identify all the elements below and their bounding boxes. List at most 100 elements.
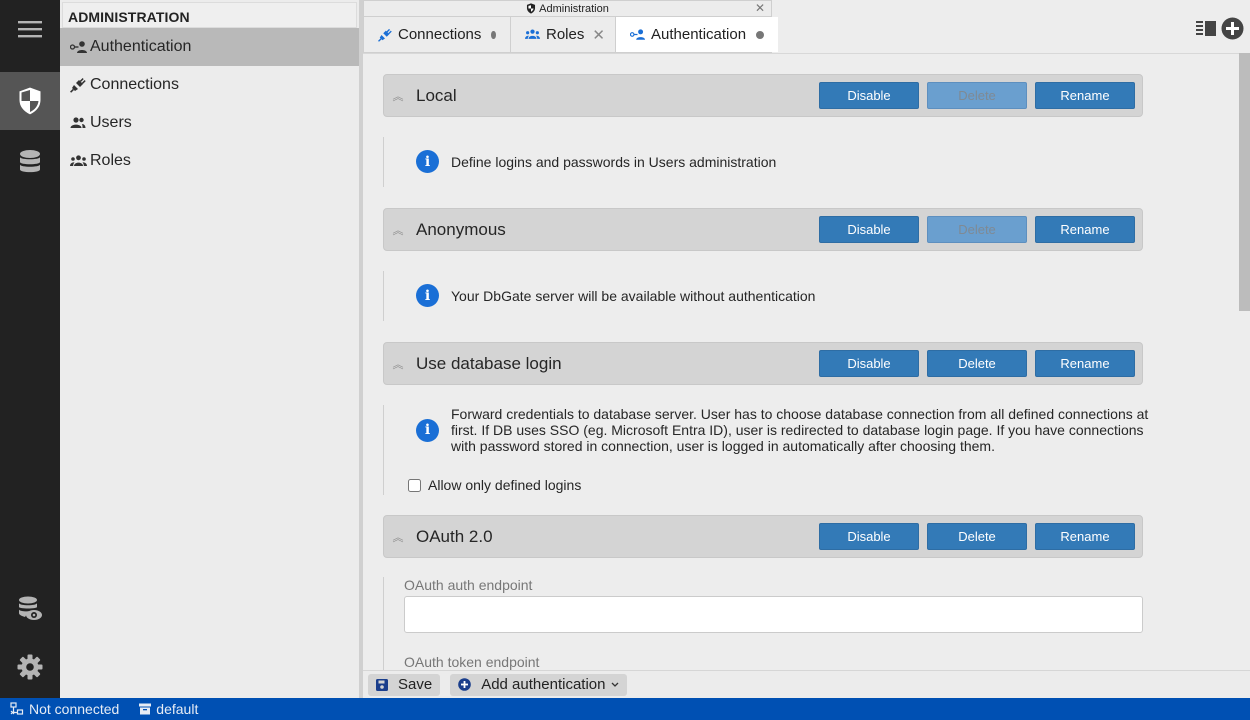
delete-button[interactable]: Delete <box>927 350 1027 377</box>
menu-icon <box>18 21 42 38</box>
rename-button[interactable]: Rename <box>1035 82 1135 109</box>
database-button[interactable] <box>0 133 60 191</box>
connection-status-text: Not connected <box>29 701 120 717</box>
section-header-oauth[interactable]: ︽ OAuth 2.0 Disable Delete Rename <box>383 515 1143 558</box>
save-button[interactable]: Save <box>368 673 441 696</box>
top-right-actions <box>1196 17 1244 45</box>
delete-button: Delete <box>927 216 1027 243</box>
roles-icon <box>525 29 540 40</box>
floppy-icon <box>376 678 388 691</box>
info-message: i Your DbGate server will be available w… <box>416 284 815 307</box>
tab-group-label: Administration <box>539 2 609 15</box>
account-key-icon <box>70 41 90 53</box>
section-body-anonymous: i Your DbGate server will be available w… <box>383 271 1153 321</box>
checkbox-label: Allow only defined logins <box>428 477 582 493</box>
tab-bar: Connections Roles ✕ Authentication <box>363 16 779 53</box>
database-icon <box>20 150 40 173</box>
field-label: OAuth token endpoint <box>404 654 540 670</box>
settings-button[interactable] <box>0 638 60 696</box>
collapse-icon[interactable]: ︽ <box>385 88 411 104</box>
info-message: i Define logins and passwords in Users a… <box>416 150 776 173</box>
disable-button[interactable]: Disable <box>819 523 919 550</box>
scrollbar-thumb[interactable] <box>1239 53 1250 311</box>
field-label: OAuth auth endpoint <box>404 577 533 593</box>
sidebar-item-label: Roles <box>90 152 131 169</box>
info-icon: i <box>416 150 439 173</box>
info-text: Your DbGate server will be available wit… <box>451 287 816 304</box>
admin-side-panel: ADMINISTRATION Authentication Connection… <box>60 0 360 698</box>
info-message: i Forward credentials to database server… <box>416 406 1148 454</box>
gear-icon <box>17 654 43 680</box>
section-header-database-login[interactable]: ︽ Use database login Disable Delete Rena… <box>383 342 1143 385</box>
allow-only-defined-logins-checkbox[interactable]: Allow only defined logins <box>408 477 581 493</box>
tab-connections[interactable]: Connections <box>364 17 511 52</box>
section-header-anonymous[interactable]: ︽ Anonymous Disable Delete Rename <box>383 208 1143 251</box>
disable-button[interactable]: Disable <box>819 82 919 109</box>
workspace-text: default <box>156 701 199 717</box>
tab-group: Administration ✕ Connections Roles ✕ Aut… <box>363 0 779 53</box>
plug-icon <box>378 28 392 42</box>
archive-icon <box>139 703 152 715</box>
info-icon: i <box>416 418 439 442</box>
section-body-local: i Define logins and passwords in Users a… <box>383 137 1153 187</box>
section-header-local[interactable]: ︽ Local Disable Delete Rename <box>383 74 1143 117</box>
plus-circle-icon <box>458 678 472 691</box>
sidebar-item-authentication[interactable]: Authentication <box>60 28 359 66</box>
disable-button[interactable]: Disable <box>819 350 919 377</box>
info-icon: i <box>416 284 439 307</box>
tab-authentication[interactable]: Authentication <box>616 17 779 52</box>
close-tab-group-button[interactable]: ✕ <box>755 1 765 15</box>
checkbox-input[interactable] <box>408 478 421 492</box>
bottom-toolbar: Save Add authentication <box>363 670 1250 698</box>
collapse-icon[interactable]: ︽ <box>385 356 411 372</box>
section-body-oauth: OAuth auth endpoint OAuth token endpoint <box>383 577 1163 670</box>
delete-button[interactable]: Delete <box>927 523 1027 550</box>
network-disconnected-icon <box>10 702 24 716</box>
shield-icon <box>18 86 42 116</box>
sidebar-item-label: Users <box>90 114 132 131</box>
new-tab-button[interactable] <box>1221 17 1244 45</box>
tab-label: Roles <box>546 26 585 43</box>
add-authentication-label: Add authentication <box>481 676 606 693</box>
section-title: Local <box>416 85 457 105</box>
toggle-panel-button[interactable] <box>1196 20 1217 42</box>
sidebar-item-connections[interactable]: Connections <box>60 66 359 104</box>
section-title: OAuth 2.0 <box>416 526 493 546</box>
add-authentication-button[interactable]: Add authentication <box>450 673 628 696</box>
vertical-scrollbar[interactable] <box>1239 53 1250 670</box>
save-label: Save <box>398 676 433 693</box>
info-text: Define logins and passwords in Users adm… <box>451 153 777 170</box>
section-title: Use database login <box>416 353 562 373</box>
collapse-icon[interactable]: ︽ <box>385 529 411 545</box>
menu-button[interactable] <box>0 0 60 58</box>
sidebar-item-roles[interactable]: Roles <box>60 142 359 180</box>
tab-roles[interactable]: Roles ✕ <box>511 17 616 52</box>
chevron-down-icon <box>611 682 619 687</box>
disable-button[interactable]: Disable <box>819 216 919 243</box>
rename-button[interactable]: Rename <box>1035 523 1135 550</box>
collapse-icon[interactable]: ︽ <box>385 222 411 238</box>
activity-bar <box>0 0 60 698</box>
rename-button[interactable]: Rename <box>1035 216 1135 243</box>
database-eye-icon <box>19 596 42 620</box>
users-icon <box>70 117 90 129</box>
authentication-editor: ︽ Local Disable Delete Rename i Define l… <box>363 53 1239 670</box>
plug-icon <box>70 77 90 93</box>
sidebar-item-users[interactable]: Users <box>60 104 359 142</box>
plus-circle-icon <box>1221 17 1244 40</box>
unsaved-indicator <box>491 30 496 39</box>
sidebar-item-label: Connections <box>90 76 179 93</box>
rename-button[interactable]: Rename <box>1035 350 1135 377</box>
connection-status[interactable]: Not connected <box>10 701 119 717</box>
workspace-status[interactable]: default <box>139 701 198 717</box>
database-preview-button[interactable] <box>0 580 60 638</box>
panel-header: ADMINISTRATION <box>62 2 357 28</box>
administration-button[interactable] <box>0 72 60 130</box>
tab-group-title: Administration ✕ <box>363 0 772 16</box>
sidebar-item-label: Authentication <box>90 38 192 55</box>
status-bar: Not connected default <box>0 698 1250 720</box>
unsaved-indicator <box>756 30 765 39</box>
oauth-auth-endpoint-input[interactable] <box>404 596 1143 633</box>
section-title: Anonymous <box>416 219 506 239</box>
close-tab-button[interactable]: ✕ <box>592 26 605 44</box>
